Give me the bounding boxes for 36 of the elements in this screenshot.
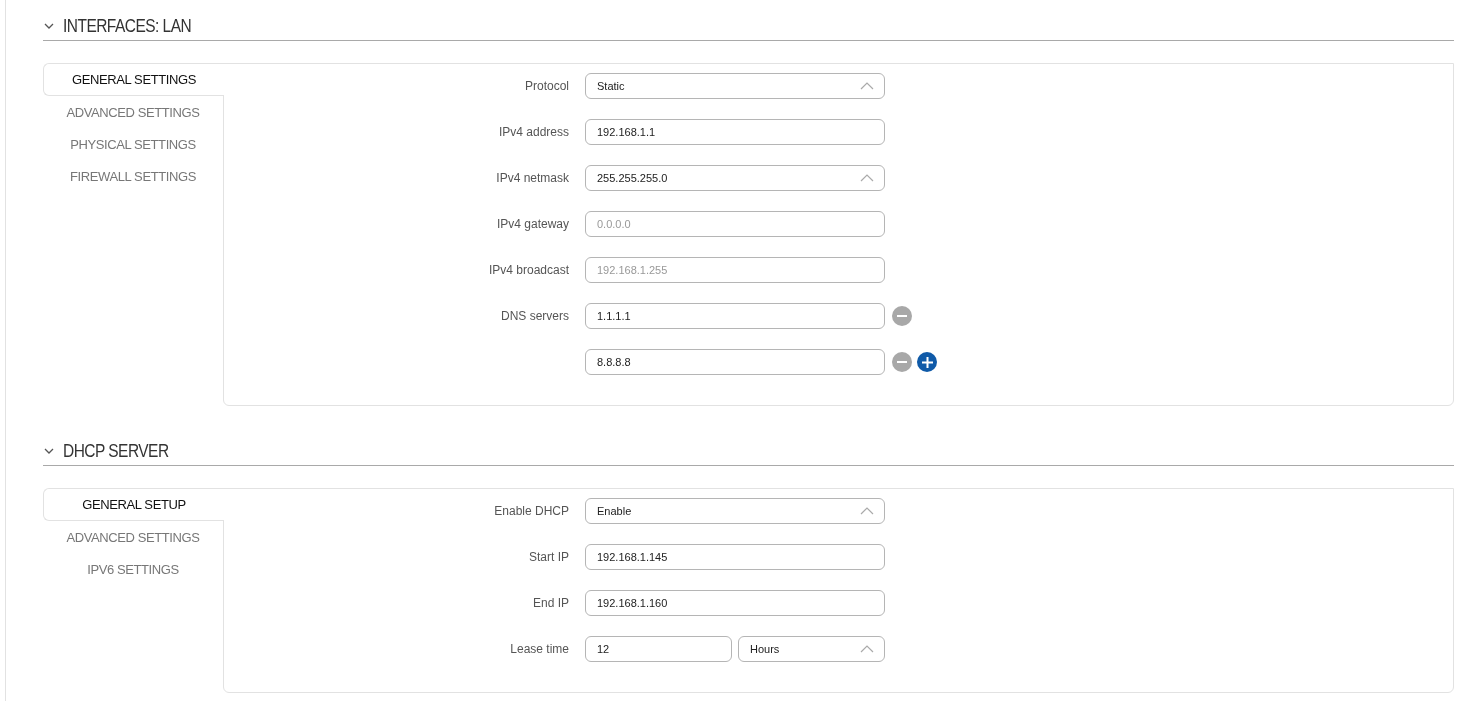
input-field[interactable]: 0.0.0.0 — [585, 211, 885, 237]
caret-icon — [860, 82, 874, 90]
section-title: INTERFACES: LAN — [63, 15, 192, 37]
input-field[interactable]: 1.1.1.1 — [585, 303, 885, 329]
tab[interactable]: GENERAL SETTINGS — [43, 63, 224, 96]
select-field[interactable]: Static — [585, 73, 885, 99]
minus-icon — [897, 361, 907, 363]
select-field[interactable]: Hours — [738, 636, 885, 662]
field-label: Lease time — [509, 642, 570, 656]
caret-icon — [860, 507, 874, 515]
input-field[interactable]: 8.8.8.8 — [585, 349, 885, 375]
select-field[interactable]: Enable — [585, 498, 885, 524]
add-button[interactable] — [917, 352, 937, 372]
field-label: End IP — [531, 596, 570, 610]
field-label: IPv4 broadcast — [487, 263, 570, 277]
chevron-icon[interactable] — [43, 447, 55, 455]
input-field[interactable]: 192.168.1.145 — [585, 544, 885, 570]
field-label: DNS servers — [500, 309, 570, 323]
field-label: IPv4 gateway — [495, 217, 570, 231]
caret-icon — [860, 174, 874, 182]
field-label: Start IP — [528, 550, 570, 564]
select-field[interactable]: 255.255.255.0 — [585, 165, 885, 191]
field-label: Protocol — [523, 79, 570, 93]
chevron-icon[interactable] — [43, 22, 55, 30]
input-field[interactable]: 192.168.1.1 — [585, 119, 885, 145]
input-field[interactable]: 12 — [585, 636, 732, 662]
plus-icon — [921, 356, 933, 368]
input-field[interactable]: 192.168.1.160 — [585, 590, 885, 616]
caret-icon — [860, 645, 874, 653]
section-title: DHCP SERVER — [63, 440, 169, 462]
tab[interactable]: GENERAL SETUP — [43, 488, 224, 521]
field-label: Enable DHCP — [493, 504, 570, 518]
input-field[interactable]: 192.168.1.255 — [585, 257, 885, 283]
field-label: IPv4 address — [497, 125, 570, 139]
minus-icon — [897, 315, 907, 317]
field-label: IPv4 netmask — [495, 171, 570, 185]
